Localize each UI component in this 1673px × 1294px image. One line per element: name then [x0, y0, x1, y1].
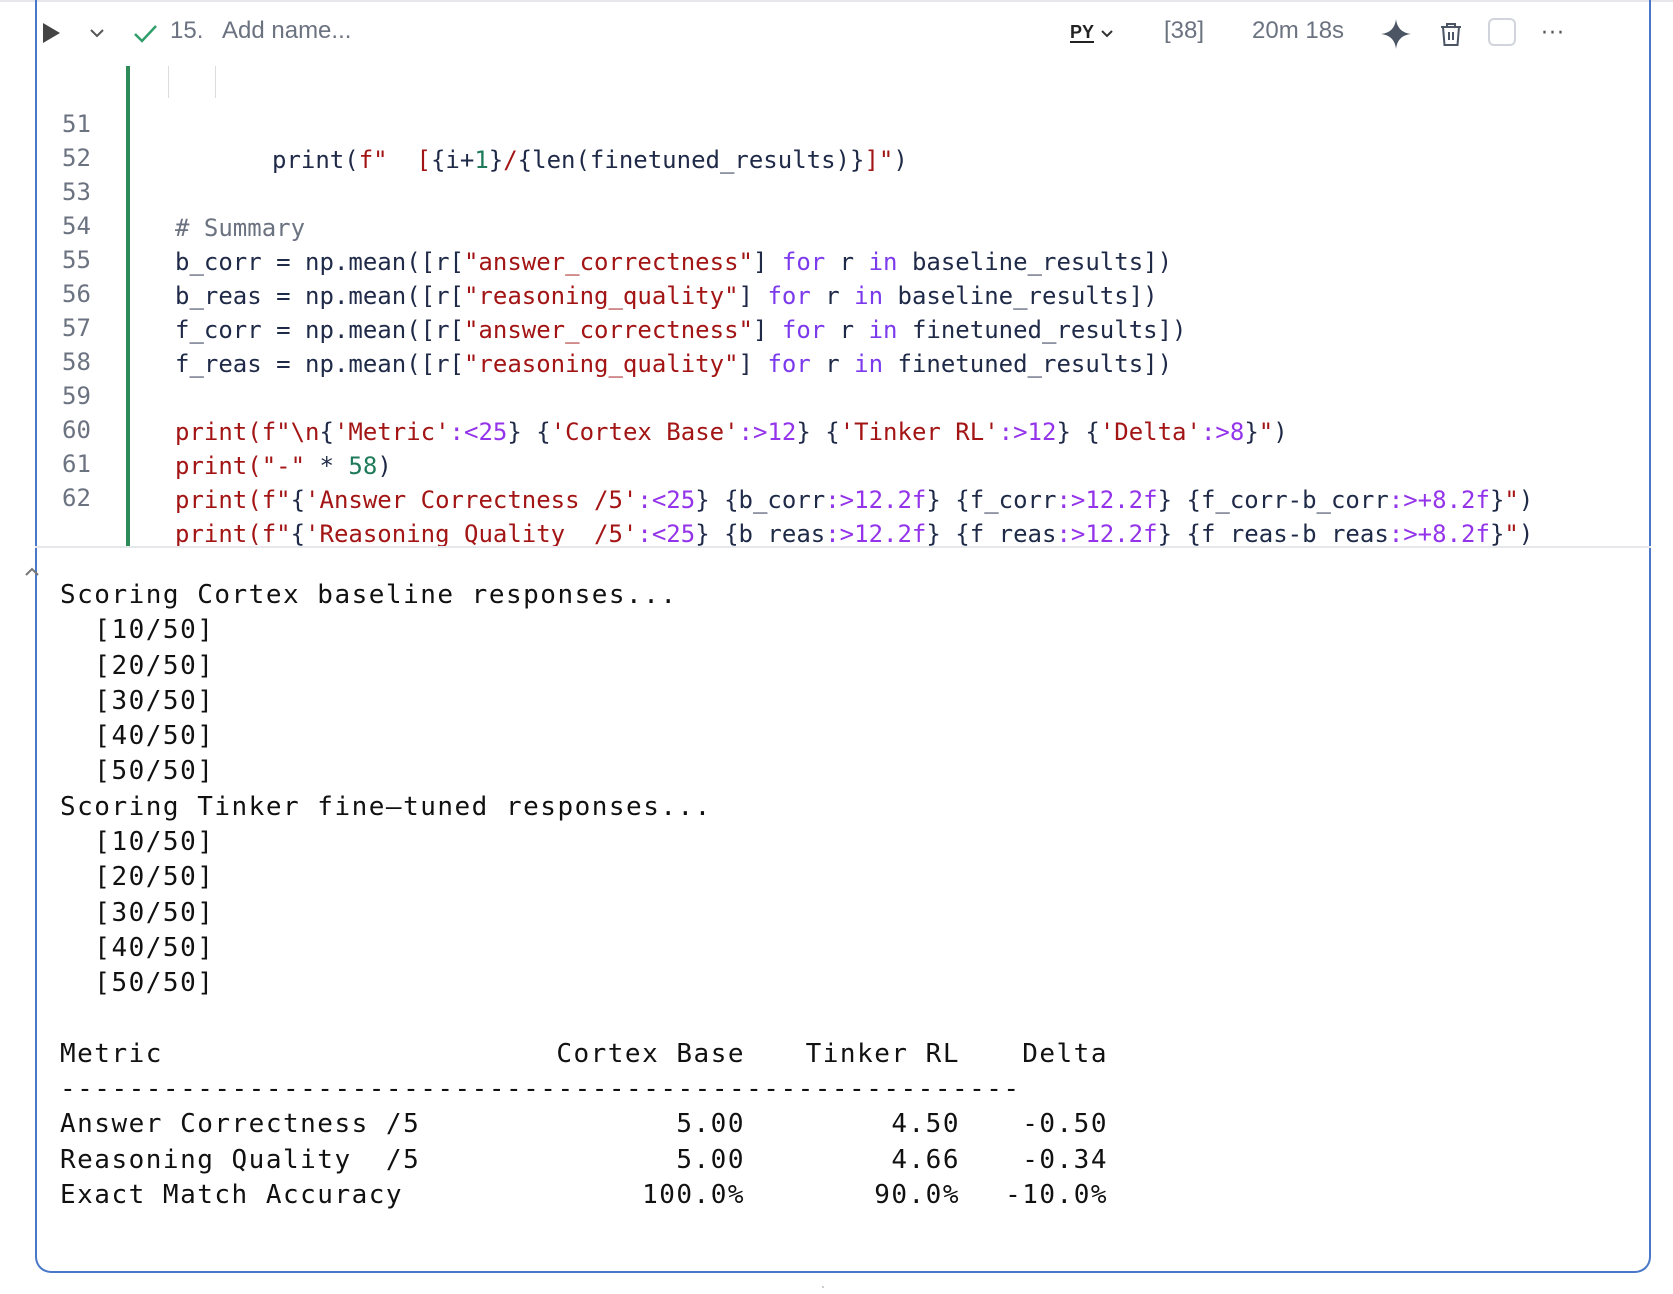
execution-time: 20m 18s: [1252, 17, 1345, 44]
metric-cell: Answer Correctness /5: [60, 1109, 421, 1140]
header-delta: Delta: [1022, 1038, 1108, 1069]
table-row: Reasoning Quality /5 5.00 4.66 -0.34: [60, 1143, 1108, 1178]
code-line-54: 54 b_corr = np.mean([r["answer_correctne…: [0, 172, 1172, 276]
code-text: b_corr = np.mean([r["answer_correctness"…: [175, 248, 1173, 276]
indent-guide: [215, 66, 216, 98]
chevron-down-icon: [1101, 29, 1113, 37]
ai-assist-button[interactable]: [1378, 16, 1414, 52]
table-row: Exact Match Accuracy 100.0% 90.0% -10.0%: [60, 1178, 1108, 1213]
output-line: [50/50]: [60, 756, 215, 787]
line-number: 57: [62, 314, 91, 342]
line-number: 55: [62, 246, 91, 274]
chevron-up-icon: [25, 567, 39, 576]
success-check-icon: [130, 18, 160, 48]
line-number: 60: [62, 416, 91, 444]
line-number: 54: [62, 212, 91, 240]
line-number: 59: [62, 382, 91, 410]
line-number: 52: [62, 144, 91, 172]
ellipsis-icon: ···: [1541, 20, 1565, 46]
code-line-52: 52: [0, 104, 91, 172]
cell-name-input[interactable]: Add name...: [222, 17, 351, 45]
code-line-51: 51 print(f" [{i+1}/{len(finetuned_result…: [0, 70, 908, 174]
code-line-60: 60 print("-" * 58): [0, 376, 392, 480]
language-label: PY: [1070, 22, 1095, 43]
code-line-55: 55 b_reas = np.mean([r["reasoning_qualit…: [0, 206, 1158, 310]
code-text: f_reas = np.mean([r["reasoning_quality"]…: [175, 350, 1173, 378]
code-line-61: 61 print(f"{'Answer Correctness /5':<25}…: [0, 410, 1533, 514]
results-table-body: Answer Correctness /5 5.00 4.50 -0.50 Re…: [60, 1107, 1108, 1213]
line-number: 51: [62, 110, 91, 138]
delta-cell: -10.0%: [1005, 1180, 1108, 1211]
table-row: Answer Correctness /5 5.00 4.50 -0.50: [60, 1107, 1108, 1142]
output-line: Scoring Tinker fine—tuned responses...: [60, 791, 712, 822]
line-number: 53: [62, 178, 91, 206]
code-text: f_corr = np.mean([r["answer_correctness"…: [175, 316, 1187, 344]
header-tinker-rl: Tinker RL: [805, 1038, 960, 1069]
value-cell: 5.00: [676, 1144, 745, 1175]
code-line-58: 58: [0, 308, 91, 376]
collapse-output-button[interactable]: [24, 562, 44, 578]
language-selector[interactable]: PY: [1070, 18, 1134, 48]
code-text: print(f"\n{'Metric':<25} {'Cortex Base':…: [175, 418, 1288, 446]
output-line: [30/50]: [60, 897, 215, 928]
modified-gutter-bar: [126, 66, 130, 546]
code-output-divider: [35, 546, 1651, 548]
output-line: [10/50]: [60, 827, 215, 858]
select-cell-checkbox[interactable]: [1488, 18, 1516, 46]
line-number: 56: [62, 280, 91, 308]
table-header-row: Metric Cortex Base Tinker RL Delta: [60, 1037, 1108, 1072]
play-icon: [43, 23, 60, 43]
cell-number: 15.: [170, 17, 204, 44]
code-line-59: 59 print(f"\n{'Metric':<25} {'Cortex Bas…: [0, 342, 1288, 446]
output-line: [30/50]: [60, 685, 215, 716]
output-line: [20/50]: [60, 862, 215, 893]
metric-cell: Exact Match Accuracy: [60, 1180, 404, 1211]
value-cell: 4.66: [891, 1144, 960, 1175]
code-editor[interactable]: 51 print(f" [{i+1}/{len(finetuned_result…: [0, 62, 1673, 548]
trash-icon: [1441, 23, 1461, 46]
cell-header: 15. Add name... PY [38] 20m 18s ···: [0, 0, 1673, 62]
output-line: Scoring Cortex baseline responses...: [60, 580, 678, 610]
value-cell: 90.0%: [874, 1180, 960, 1211]
code-line-53: 53 # Summary: [0, 138, 305, 242]
results-table: Metric Cortex Base Tinker RL Delta: [60, 1037, 1108, 1072]
code-line-63: 63 print(f"{'Exact Match Accuracy':<25} …: [0, 478, 1616, 514]
run-options-dropdown[interactable]: [82, 18, 112, 48]
table-separator: ----------------------------------------…: [60, 1074, 1020, 1105]
header-cortex-base: Cortex Base: [556, 1038, 745, 1069]
delta-cell: -0.50: [1022, 1109, 1108, 1140]
code-line-56: 56 f_corr = np.mean([r["answer_correctne…: [0, 240, 1186, 344]
header-metric: Metric: [60, 1038, 163, 1069]
line-number: 58: [62, 348, 91, 376]
chevron-down-icon: [90, 29, 104, 38]
cell-output: Scoring Cortex baseline responses... [10…: [60, 578, 1620, 1213]
delete-cell-button[interactable]: [1434, 16, 1468, 52]
output-line: [20/50]: [60, 650, 215, 681]
value-cell: 4.50: [891, 1109, 960, 1140]
run-cell-button[interactable]: [36, 18, 66, 48]
output-line: [40/50]: [60, 932, 215, 963]
code-text: print(f" [{i+1}/{len(finetuned_results)}…: [272, 146, 908, 174]
code-comment: # Summary: [175, 214, 306, 242]
code-line-57: 57 f_reas = np.mean([r["reasoning_qualit…: [0, 274, 1172, 378]
indent-guide: [168, 66, 169, 98]
value-cell: 100.0%: [642, 1180, 745, 1211]
delta-cell: -0.34: [1022, 1144, 1108, 1175]
code-line-62: 62 print(f"{'Reasoning Quality /5':<25} …: [0, 444, 1533, 548]
more-options-button[interactable]: ···: [1536, 18, 1570, 48]
decorative-dot: [822, 1286, 824, 1288]
output-line: [10/50]: [60, 615, 215, 646]
metric-cell: Reasoning Quality /5: [60, 1144, 421, 1175]
line-number: 61: [62, 450, 91, 478]
output-line: [40/50]: [60, 721, 215, 752]
output-line: [50/50]: [60, 968, 215, 999]
execution-count: [38]: [1164, 17, 1205, 44]
code-text: b_reas = np.mean([r["reasoning_quality"]…: [175, 282, 1158, 310]
value-cell: 5.00: [676, 1109, 745, 1140]
sparkle-icon: [1381, 19, 1411, 49]
